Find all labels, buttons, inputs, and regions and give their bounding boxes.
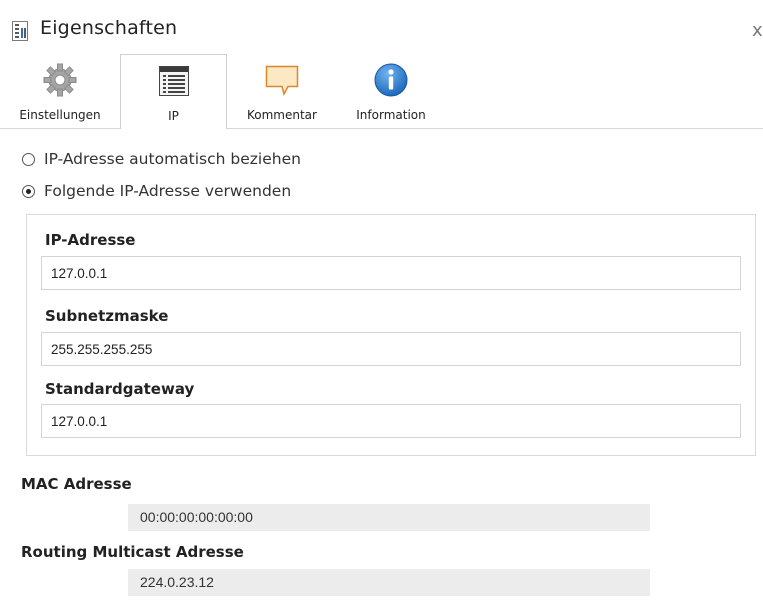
default-gateway-label: Standardgateway: [45, 380, 195, 398]
radio-manual-ip[interactable]: Folgende IP-Adresse verwenden: [22, 180, 291, 202]
tab-kommentar-label: Kommentar: [247, 108, 317, 122]
properties-doc-icon: [12, 21, 28, 41]
mac-address-value: 00:00:00:00:00:00: [128, 504, 650, 531]
gear-icon: [42, 62, 78, 98]
tab-toolbar: Einstellungen IP Kommentar Information: [0, 54, 763, 129]
window-title: Eigenschaften: [40, 17, 178, 39]
radio-automatic-ip[interactable]: IP-Adresse automatisch beziehen: [22, 148, 301, 170]
default-gateway-input[interactable]: [41, 404, 741, 438]
network-list-icon: [156, 63, 192, 99]
tab-information-label: Information: [356, 108, 426, 122]
radio-button-automatic[interactable]: [22, 152, 35, 166]
title-bar: Eigenschaften x: [0, 0, 763, 54]
info-icon: [373, 62, 409, 98]
radio-manual-label: Folgende IP-Adresse verwenden: [44, 182, 292, 200]
radio-button-manual[interactable]: [22, 184, 35, 198]
tab-einstellungen-label: Einstellungen: [19, 108, 101, 122]
close-icon[interactable]: x: [752, 20, 763, 41]
ip-address-label: IP-Adresse: [45, 231, 136, 249]
comment-icon: [264, 62, 300, 98]
properties-window: Eigenschaften x Einstellungen IP Komment…: [0, 0, 763, 601]
radio-automatic-label: IP-Adresse automatisch beziehen: [44, 150, 301, 168]
tab-einstellungen[interactable]: Einstellungen: [0, 54, 120, 128]
routing-multicast-value: 224.0.23.12: [128, 569, 650, 596]
tab-ip[interactable]: IP: [120, 54, 227, 129]
mac-address-label: MAC Adresse: [21, 475, 132, 493]
subnet-mask-label: Subnetzmaske: [45, 307, 169, 325]
tab-kommentar[interactable]: Kommentar: [229, 54, 335, 128]
tab-information[interactable]: Information: [335, 54, 447, 128]
subnet-mask-input[interactable]: [41, 332, 741, 366]
ip-address-input[interactable]: [41, 256, 741, 290]
routing-multicast-label: Routing Multicast Adresse: [21, 543, 244, 561]
tab-ip-label: IP: [168, 109, 179, 123]
